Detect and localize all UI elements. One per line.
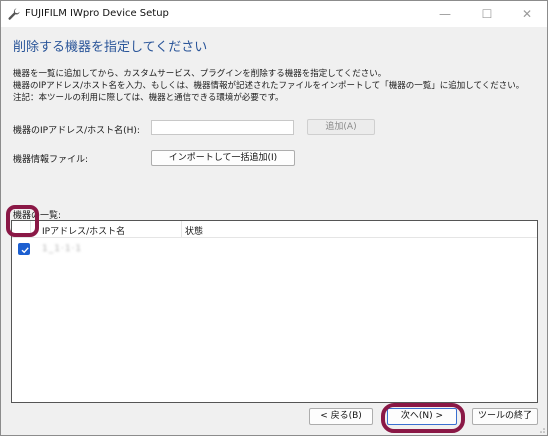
- window-title: FUJIFILM IWpro Device Setup: [25, 8, 169, 19]
- exit-tool-button[interactable]: ツールの終了: [472, 408, 538, 425]
- wizard-content: 削除する機器を指定してください 機器を一覧に追加してから、カスタムサービス、プラ…: [1, 27, 547, 435]
- device-checkbox[interactable]: [18, 243, 30, 255]
- add-button[interactable]: 追加(A): [307, 119, 375, 135]
- list-header: IPアドレス/ホスト名 状態: [12, 221, 537, 238]
- ip-address-label: 機器のIPアドレス/ホスト名(H):: [13, 126, 140, 136]
- description-line: 機器を一覧に追加してから、カスタムサービス、プラグインを削除する機器を指定してく…: [13, 69, 387, 79]
- device-list[interactable]: IPアドレス/ホスト名 状態 1_1·1·1: [11, 220, 538, 403]
- resize-grip-icon[interactable]: [537, 425, 545, 433]
- description-line: 機器のIPアドレス/ホスト名を入力、もしくは、機器情報が記述されたファイルをイン…: [13, 81, 525, 91]
- column-header-status[interactable]: 状態: [185, 224, 203, 237]
- device-file-label: 機器情報ファイル:: [13, 155, 89, 165]
- import-button[interactable]: インポートして一括追加(I): [151, 150, 295, 166]
- setup-window: FUJIFILM IWpro Device Setup — ☐ ✕ 削除する機器…: [0, 0, 548, 436]
- column-header-ip[interactable]: IPアドレス/ホスト名: [42, 224, 125, 237]
- ip-address-input[interactable]: [151, 120, 294, 135]
- device-ip-value: 1_1·1·1: [42, 244, 83, 254]
- checkmark-icon: [21, 247, 29, 254]
- maximize-button[interactable]: ☐: [467, 1, 507, 27]
- next-button-highlight-annotation: [381, 403, 465, 433]
- title-bar: FUJIFILM IWpro Device Setup — ☐ ✕: [1, 1, 547, 27]
- description: 機器を一覧に追加してから、カスタムサービス、プラグインを削除する機器を指定してく…: [13, 68, 524, 104]
- page-heading: 削除する機器を指定してください: [13, 40, 208, 55]
- minimize-button[interactable]: —: [425, 1, 465, 27]
- column-divider: [181, 221, 182, 238]
- checkbox-highlight-annotation: [6, 205, 39, 237]
- description-line: 注記：本ツールの利用に際しては、機器と通信できる環境が必要です。: [13, 93, 284, 103]
- back-button[interactable]: < 戻る(B): [309, 408, 373, 425]
- wrench-app-icon: [7, 7, 21, 21]
- close-button[interactable]: ✕: [507, 1, 547, 27]
- table-row[interactable]: 1_1·1·1: [12, 241, 537, 259]
